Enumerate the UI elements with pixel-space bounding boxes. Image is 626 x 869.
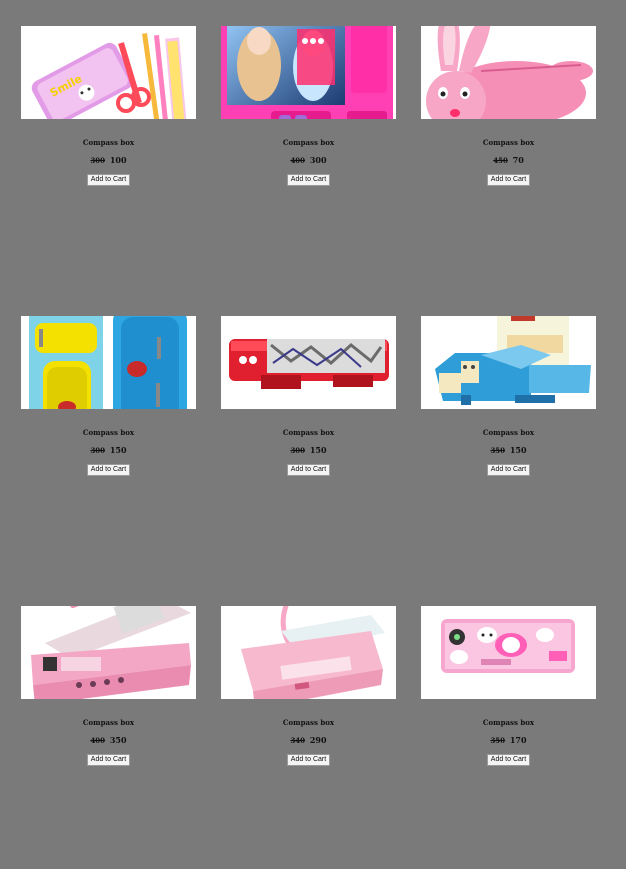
original-price: 350 bbox=[490, 736, 506, 745]
sale-price: 150 bbox=[109, 445, 127, 455]
product-price: 340 290 bbox=[290, 735, 326, 745]
product-image[interactable] bbox=[421, 26, 596, 119]
product-card: Compass box 300 150 Add to Cart bbox=[221, 316, 396, 476]
add-to-cart-button[interactable]: Add to Cart bbox=[486, 754, 531, 766]
product-name: Compass box bbox=[82, 138, 135, 147]
original-price: 450 bbox=[493, 156, 508, 165]
product-name: Compass box bbox=[282, 428, 335, 437]
add-to-cart-button[interactable]: Add to Cart bbox=[86, 464, 131, 476]
original-price: 300 bbox=[90, 446, 106, 455]
product-card: Compass box 300 150 Add to Cart bbox=[21, 316, 196, 476]
product-card: Compass box 350 150 Add to Cart bbox=[421, 316, 596, 476]
product-name: Compass box bbox=[282, 718, 335, 727]
sale-price: 350 bbox=[109, 735, 127, 745]
original-price: 300 bbox=[90, 156, 106, 165]
product-card: Compass box 450 70 Add to Cart bbox=[421, 26, 596, 186]
add-to-cart-button[interactable]: Add to Cart bbox=[486, 464, 531, 476]
sale-price: 150 bbox=[309, 445, 327, 455]
original-price: 300 bbox=[290, 446, 306, 455]
original-price: 400 bbox=[90, 736, 106, 745]
product-price: 400 350 bbox=[90, 735, 126, 745]
sale-price: 150 bbox=[509, 445, 527, 455]
sale-price: 300 bbox=[309, 155, 327, 165]
product-image[interactable] bbox=[421, 606, 596, 699]
product-name: Compass box bbox=[82, 718, 135, 727]
product-price: 350 170 bbox=[490, 735, 526, 745]
add-to-cart-button[interactable]: Add to Cart bbox=[86, 754, 131, 766]
product-card: Compass box 400 350 Add to Cart bbox=[21, 606, 196, 766]
product-name: Compass box bbox=[482, 428, 535, 437]
original-price: 350 bbox=[490, 446, 506, 455]
sale-price: 290 bbox=[309, 735, 327, 745]
product-image[interactable] bbox=[421, 316, 596, 409]
product-price: 300 100 bbox=[90, 155, 126, 165]
product-price: 350 150 bbox=[490, 445, 526, 455]
product-card: Compass box 400 300 Add to Cart bbox=[221, 26, 396, 186]
product-card: Compass box 350 170 Add to Cart bbox=[421, 606, 596, 766]
product-grid: Smile Compass box 300 100 Add to Cart Co… bbox=[21, 26, 596, 766]
original-price: 340 bbox=[290, 736, 306, 745]
product-name: Compass box bbox=[82, 428, 135, 437]
sale-price: 170 bbox=[509, 735, 527, 745]
sale-price: 100 bbox=[109, 155, 127, 165]
product-card: Smile Compass box 300 100 Add to Cart bbox=[21, 26, 196, 186]
product-image[interactable] bbox=[21, 606, 196, 699]
product-image[interactable] bbox=[21, 316, 196, 409]
product-image[interactable]: Smile bbox=[21, 26, 196, 119]
product-price: 300 150 bbox=[290, 445, 326, 455]
original-price: 400 bbox=[290, 156, 306, 165]
add-to-cart-button[interactable]: Add to Cart bbox=[86, 174, 131, 186]
product-image[interactable] bbox=[221, 26, 396, 119]
product-name: Compass box bbox=[282, 138, 335, 147]
add-to-cart-button[interactable]: Add to Cart bbox=[286, 174, 331, 186]
product-name: Compass box bbox=[482, 718, 535, 727]
add-to-cart-button[interactable]: Add to Cart bbox=[286, 754, 331, 766]
sale-price: 70 bbox=[512, 155, 524, 165]
add-to-cart-button[interactable]: Add to Cart bbox=[286, 464, 331, 476]
product-image[interactable] bbox=[221, 316, 396, 409]
product-card: Compass box 340 290 Add to Cart bbox=[221, 606, 396, 766]
add-to-cart-button[interactable]: Add to Cart bbox=[486, 174, 531, 186]
product-price: 300 150 bbox=[90, 445, 126, 455]
product-price: 400 300 bbox=[290, 155, 326, 165]
product-price: 450 70 bbox=[493, 155, 524, 165]
product-name: Compass box bbox=[482, 138, 535, 147]
product-image[interactable] bbox=[221, 606, 396, 699]
